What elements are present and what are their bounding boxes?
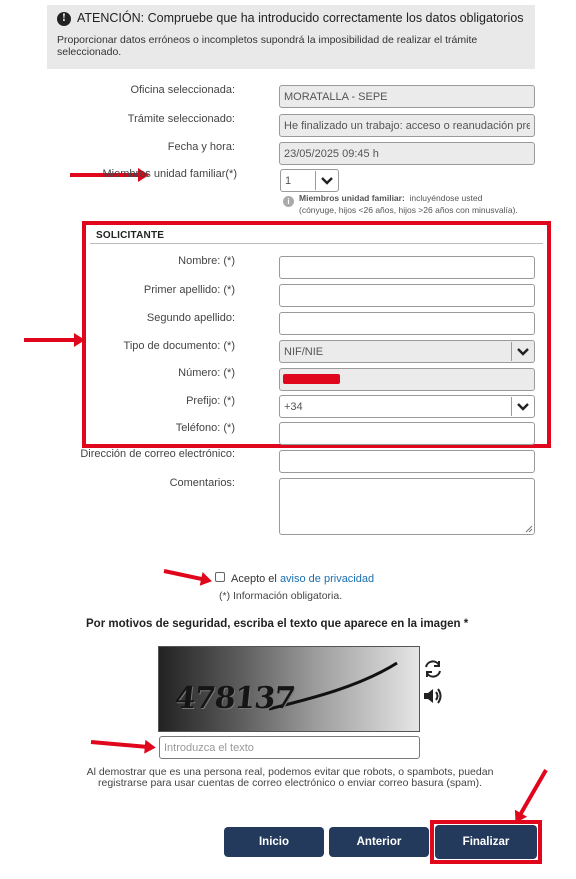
fecha-field: 23/05/2025 09:45 h [279, 142, 535, 165]
numero-label: Número: (*) [178, 367, 235, 379]
captcha-placeholder: Introduzca el texto [164, 742, 254, 754]
annotation-arrow-privacy [163, 569, 204, 582]
attention-banner: ! ATENCIÓN: Compruebe que ha introducido… [47, 5, 535, 69]
info-icon: i [283, 196, 294, 207]
oficina-field: MORATALLA - SEPE [279, 85, 535, 108]
attention-title: ATENCIÓN: Compruebe que ha introducido c… [77, 11, 524, 25]
refresh-icon[interactable] [422, 659, 444, 682]
inicio-button[interactable]: Inicio [224, 827, 324, 857]
captcha-note: Al demostrar que es una persona real, po… [86, 766, 494, 789]
exclamation-icon: ! [57, 12, 71, 26]
prefijo-select[interactable]: +34 [279, 395, 535, 418]
tramite-value: He finalizado un trabajo: acceso o reanu… [284, 120, 530, 132]
miembros-hint-text: incluyéndose usted [409, 193, 483, 203]
apellido2-input[interactable] [279, 312, 535, 335]
finalizar-button[interactable]: Finalizar [435, 825, 537, 859]
privacy-link[interactable]: aviso de privacidad [280, 573, 374, 585]
email-input[interactable] [279, 450, 535, 473]
miembros-hint-line2: (cónyuge, hijos <26 años, hijos >26 años… [299, 205, 518, 215]
audio-icon[interactable] [422, 686, 444, 709]
annotation-arrow-finalizar [518, 769, 548, 817]
section-divider [90, 243, 543, 244]
nombre-input[interactable] [279, 256, 535, 279]
apellido2-label: Segundo apellido: [146, 312, 235, 324]
solicitante-title: SOLICITANTE [96, 230, 165, 241]
resize-handle-icon[interactable] [525, 525, 533, 533]
tipo-doc-value: NIF/NIE [284, 346, 324, 358]
comentarios-label: Comentarios: [169, 477, 235, 489]
miembros-hint: Miembros unidad familiar: incluyéndose u… [299, 193, 482, 204]
telefono-label: Teléfono: (*) [175, 422, 235, 434]
fecha-value: 23/05/2025 09:45 h [284, 148, 379, 160]
telefono-input[interactable] [279, 422, 535, 445]
prefijo-label: Prefijo: (*) [186, 395, 235, 407]
captcha-image: 478137 [158, 646, 420, 732]
captcha-text: 478137 [173, 681, 297, 716]
tramite-label: Trámite seleccionado: [127, 113, 235, 125]
privacy-text: Acepto el aviso de privacidad [231, 573, 374, 585]
captcha-heading: Por motivos de seguridad, escriba el tex… [86, 618, 468, 630]
numero-input[interactable] [279, 368, 535, 391]
prefijo-value: +34 [284, 401, 303, 413]
comentarios-textarea[interactable] [279, 478, 535, 535]
attention-text: Proporcionar datos erróneos o incompleto… [57, 34, 478, 58]
chevron-down-icon [511, 342, 533, 361]
tipo-doc-label: Tipo de documento: (*) [123, 340, 235, 352]
email-label: Dirección de correo electrónico: [80, 448, 235, 460]
oficina-value: MORATALLA - SEPE [284, 91, 388, 103]
oficina-label: Oficina seleccionada: [130, 84, 235, 96]
fecha-label: Fecha y hora: [167, 141, 235, 153]
miembros-hint-bold: Miembros unidad familiar: [299, 193, 405, 203]
chevron-down-icon [315, 171, 337, 190]
apellido1-input[interactable] [279, 284, 535, 307]
miembros-label: Miembros unidad familiar(*) [102, 168, 238, 180]
miembros-select[interactable]: 1 [280, 169, 339, 192]
captcha-heading-mark: * [463, 618, 469, 630]
apellido1-label: Primer apellido: (*) [143, 284, 235, 296]
privacy-prefix: Acepto el [231, 573, 277, 585]
privacy-checkbox[interactable] [215, 572, 225, 582]
nombre-label: Nombre: (*) [178, 255, 235, 267]
captcha-input[interactable]: Introduzca el texto [159, 736, 420, 759]
captcha-heading-text: Por motivos de seguridad, escriba el tex… [86, 618, 461, 630]
annotation-arrow-captcha [90, 740, 147, 749]
anterior-button[interactable]: Anterior [329, 827, 429, 857]
tramite-field: He finalizado un trabajo: acceso o reanu… [279, 114, 535, 137]
redacted-number [283, 374, 340, 384]
required-note: (*) Información obligatoria. [219, 590, 343, 602]
chevron-down-icon [511, 397, 533, 416]
tipo-doc-select[interactable]: NIF/NIE [279, 340, 535, 363]
